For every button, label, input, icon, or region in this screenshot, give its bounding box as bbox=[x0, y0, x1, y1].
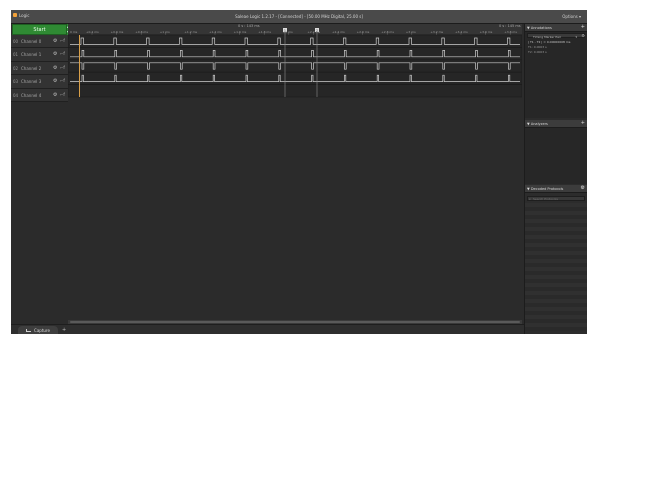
start-button[interactable]: Start bbox=[12, 24, 67, 35]
channel-row[interactable]: 03 Channel 3 ⚙ ⌐f bbox=[11, 75, 68, 89]
ruler-tick-label: 0 ms bbox=[70, 30, 78, 34]
analyzers-body bbox=[525, 128, 587, 184]
app-window: Logic Saleae Logic 1.2.17 - [Connected] … bbox=[11, 10, 587, 334]
channel-track[interactable] bbox=[68, 59, 522, 73]
ruler-tick-label: +3.4 ms bbox=[455, 30, 468, 34]
decoded-protocols-header[interactable]: ▼ Decoded Protocols ⚙ bbox=[525, 185, 587, 193]
channel-row[interactable]: 02 Channel 2 ⚙ ⌐f bbox=[11, 61, 68, 76]
chevron-down-icon: ▾ bbox=[578, 14, 581, 19]
add-annotation-button[interactable]: + bbox=[581, 24, 585, 30]
protocol-search-box[interactable]: ⌕ bbox=[527, 196, 585, 201]
channel-tracks bbox=[68, 34, 522, 98]
channel-number: 00 bbox=[13, 39, 19, 44]
channel-track[interactable] bbox=[68, 84, 522, 98]
waveform-view[interactable]: 12 0 s : 143 ms 0 s : 145 ms 0 ms +0.4 ms… bbox=[68, 24, 522, 320]
ruler-tick-label: +2 ms bbox=[282, 30, 293, 34]
list-item bbox=[525, 327, 587, 331]
tab-bar: Capture + bbox=[11, 324, 587, 334]
analyzers-header[interactable]: ▼ Analyzers + bbox=[525, 120, 587, 128]
ruler-tick-label: +1.2 ms bbox=[184, 30, 198, 34]
add-tab-button[interactable]: + bbox=[62, 327, 66, 333]
window-title: Saleae Logic 1.2.17 - [Connected] - [50.… bbox=[235, 14, 363, 19]
right-sidebar: ▼ Annotations + Timing Marker Pair ▾ ⚙ |… bbox=[524, 24, 587, 334]
channel-track[interactable] bbox=[68, 71, 522, 85]
ruler-tick-label: +0.4 ms bbox=[86, 30, 99, 34]
trigger-icon[interactable]: ⌐f bbox=[60, 78, 65, 83]
gear-icon[interactable]: ⚙ bbox=[53, 38, 57, 44]
marker-t2: T2: 0.0003 s bbox=[528, 50, 547, 54]
marker-measurement: | T1 - T2 | = 0.00000008 ms bbox=[528, 40, 571, 44]
tab-capture-label: Capture bbox=[34, 328, 50, 333]
channel-track[interactable] bbox=[68, 34, 522, 48]
ruler-tick-label: +1.4 ms bbox=[209, 30, 222, 34]
gear-icon[interactable]: ⚙ bbox=[581, 185, 585, 191]
ruler-center-label: 0 s : 143 ms bbox=[238, 24, 260, 28]
trigger-icon[interactable]: ⌐f bbox=[60, 38, 65, 43]
options-button[interactable]: Options ▾ bbox=[562, 14, 581, 19]
channel-list: 00 Channel 0 ⚙ ⌐f 01 Channel 1 ⚙ ⌐f 02 C… bbox=[11, 35, 68, 102]
ruler-right-label: 0 s : 145 ms bbox=[499, 24, 521, 28]
search-icon: ⌕ bbox=[529, 197, 531, 201]
gear-icon[interactable]: ⚙ bbox=[53, 51, 57, 57]
options-label: Options bbox=[562, 14, 578, 19]
waveform-icon bbox=[26, 329, 32, 332]
ruler-tick-label: +3 ms bbox=[405, 30, 416, 34]
decoded-protocols-title: ▼ Decoded Protocols bbox=[527, 186, 564, 191]
annotation-type-value: Timing Marker Pair bbox=[533, 34, 561, 39]
channel-row[interactable]: 01 Channel 1 ⚙ ⌐f bbox=[11, 48, 68, 62]
trigger-icon[interactable]: ⌐f bbox=[60, 92, 65, 97]
analyzers-title: ▼ Analyzers bbox=[527, 121, 548, 126]
ruler-tick-label: +3.2 ms bbox=[430, 30, 444, 34]
ruler-tick-label: +3.8 ms bbox=[504, 30, 517, 34]
channel-row[interactable]: 00 Channel 0 ⚙ ⌐f bbox=[11, 35, 68, 49]
gear-icon[interactable]: ⚙ bbox=[53, 78, 57, 84]
channel-name[interactable]: Channel 2 bbox=[21, 66, 41, 71]
ruler-tick-label: +3.6 ms bbox=[479, 30, 493, 34]
title-bar: Logic Saleae Logic 1.2.17 - [Connected] … bbox=[11, 10, 587, 24]
waveform-canvas[interactable]: 12 bbox=[68, 24, 522, 320]
scrollbar-thumb[interactable] bbox=[70, 321, 520, 323]
ruler-tick-label: +1.8 ms bbox=[258, 30, 271, 34]
marker-t1: T1: 0.0003 s bbox=[528, 45, 547, 49]
channel-number: 04 bbox=[13, 92, 19, 98]
annotations-body: Timing Marker Pair ▾ ⚙ | T1 - T2 | = 0.0… bbox=[525, 32, 587, 118]
annotations-title: ▼ Annotations bbox=[527, 25, 552, 30]
add-analyzer-button[interactable]: + bbox=[581, 120, 585, 126]
trigger-icon[interactable]: ⌐f bbox=[60, 65, 65, 70]
ruler-tick-label: +2.6 ms bbox=[356, 30, 370, 34]
channel-name[interactable]: Channel 0 bbox=[21, 39, 41, 44]
channel-number: 03 bbox=[13, 79, 19, 85]
ruler-tick-label: +2.4 ms bbox=[332, 30, 345, 34]
gear-icon[interactable]: ⚙ bbox=[581, 33, 585, 38]
channel-row[interactable]: 04 Channel 4 ⚙ ⌐f bbox=[11, 88, 68, 102]
trigger-icon[interactable]: ⌐f bbox=[60, 51, 65, 56]
channel-number: 02 bbox=[13, 65, 19, 71]
channel-name[interactable]: Channel 3 bbox=[21, 79, 41, 84]
time-ruler[interactable]: 0 s : 143 ms 0 s : 145 ms 0 ms +0.4 ms +0.… bbox=[68, 24, 522, 35]
channel-name[interactable]: Channel 1 bbox=[21, 52, 41, 57]
channel-track[interactable] bbox=[68, 47, 522, 61]
channel-name[interactable]: Channel 4 bbox=[21, 93, 41, 98]
ruler-tick-label: +2.2 ms bbox=[307, 30, 321, 34]
gear-icon[interactable]: ⚙ bbox=[53, 65, 57, 71]
tab-capture[interactable]: Capture bbox=[18, 326, 58, 334]
ruler-tick-label: +2.8 ms bbox=[381, 30, 394, 34]
ruler-tick-label: +1 ms bbox=[159, 30, 170, 34]
ruler-tick-label: +1.6 ms bbox=[233, 30, 247, 34]
ruler-tick-label: +0.8 ms bbox=[135, 30, 148, 34]
annotation-type-select[interactable]: Timing Marker Pair ▾ ⚙ bbox=[527, 33, 585, 39]
chevron-down-icon: ▾ bbox=[575, 34, 577, 39]
channel-number: 01 bbox=[13, 52, 19, 58]
ruler-tick-label: +0.6 ms bbox=[110, 30, 124, 34]
annotations-header[interactable]: ▼ Annotations + bbox=[525, 24, 587, 32]
search-input[interactable] bbox=[533, 197, 583, 201]
gear-icon[interactable]: ⚙ bbox=[53, 92, 57, 98]
